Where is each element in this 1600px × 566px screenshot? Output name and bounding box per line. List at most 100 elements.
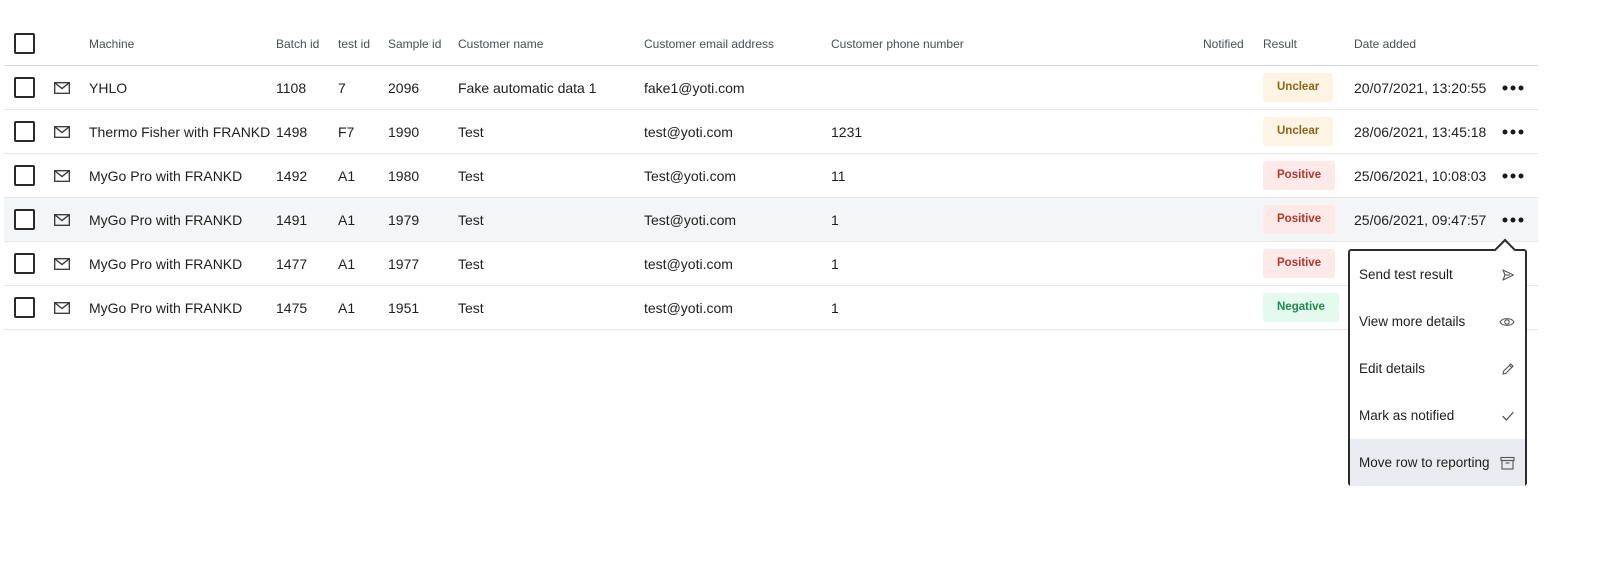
row-actions-menu: Send test result View more details Edit …	[1348, 249, 1527, 486]
results-table: Machine Batch id test id Sample id Custo…	[4, 22, 1538, 330]
cell-customer-name: Test	[458, 211, 484, 228]
cell-batch-id: 1475	[276, 299, 308, 316]
status-badge: Unclear	[1263, 73, 1334, 102]
col-header-test-id[interactable]: test id	[338, 22, 370, 65]
row-checkbox[interactable]	[14, 165, 35, 186]
pencil-icon	[1501, 362, 1515, 376]
row-checkbox[interactable]	[14, 253, 35, 274]
envelope-icon	[54, 286, 70, 329]
cell-customer-name: Test	[458, 123, 484, 140]
envelope-icon	[54, 242, 70, 285]
row-select-cell	[14, 286, 35, 329]
table-row[interactable]: MyGo Pro with FRANKD 1491 A1 1979 Test T…	[4, 198, 1538, 242]
row-checkbox[interactable]	[14, 77, 35, 98]
cell-test-id: A1	[338, 167, 356, 184]
row-checkbox[interactable]	[14, 121, 35, 142]
more-actions-icon[interactable]	[1502, 166, 1524, 186]
cell-sample-id: 1951	[388, 299, 420, 316]
cell-batch-id: 1108	[276, 79, 307, 96]
cell-machine: MyGo Pro with FRANKD	[89, 299, 243, 316]
row-select-cell	[14, 242, 35, 285]
cell-result: Unclear	[1263, 110, 1334, 153]
col-header-machine[interactable]: Machine	[89, 22, 134, 65]
cell-test-id: F7	[338, 123, 355, 140]
table-row[interactable]: MyGo Pro with FRANKD 1492 A1 1980 Test T…	[4, 154, 1538, 198]
select-all-checkbox[interactable]	[14, 33, 35, 54]
check-icon	[1501, 410, 1515, 422]
envelope-icon	[54, 110, 70, 153]
table-row[interactable]: MyGo Pro with FRANKD 1475 A1 1951 Test t…	[4, 286, 1538, 330]
archive-icon	[1500, 456, 1515, 470]
row-select-cell	[14, 198, 35, 241]
cell-batch-id: 1491	[276, 211, 308, 228]
col-header-customer-phone[interactable]: Customer phone number	[831, 22, 964, 65]
cell-machine: MyGo Pro with FRANKD	[89, 255, 243, 272]
menu-item-view-more-details[interactable]: View more details	[1350, 298, 1525, 345]
row-select-cell	[14, 154, 35, 197]
envelope-icon	[54, 66, 70, 109]
col-header-batch-id[interactable]: Batch id	[276, 22, 319, 65]
col-header-result[interactable]: Result	[1263, 22, 1297, 65]
cell-customer-phone: 1	[831, 211, 839, 228]
send-icon	[1501, 268, 1515, 282]
more-actions-icon[interactable]	[1502, 122, 1524, 142]
cell-customer-phone: 1	[831, 299, 839, 316]
cell-sample-id: 2096	[388, 79, 420, 96]
cell-machine: MyGo Pro with FRANKD	[89, 211, 243, 228]
cell-date-added: 20/07/2021, 13:20:55	[1354, 79, 1487, 96]
col-header-customer-name[interactable]: Customer name	[458, 22, 543, 65]
cell-sample-id: 1990	[388, 123, 420, 140]
status-badge: Positive	[1263, 161, 1336, 190]
row-checkbox[interactable]	[14, 297, 35, 318]
table-row[interactable]: MyGo Pro with FRANKD 1477 A1 1977 Test t…	[4, 242, 1538, 286]
table-header: Machine Batch id test id Sample id Custo…	[4, 22, 1538, 66]
cell-batch-id: 1477	[276, 255, 308, 272]
menu-item-move-row-to-reporting[interactable]: Move row to reporting	[1350, 439, 1525, 486]
cell-customer-email: Test@yoti.com	[644, 167, 737, 184]
cell-batch-id: 1498	[276, 123, 308, 140]
cell-test-id: A1	[338, 211, 356, 228]
table-row[interactable]: YHLO 1108 7 2096 Fake automatic data 1 f…	[4, 66, 1538, 110]
status-badge: Positive	[1263, 205, 1336, 234]
row-checkbox[interactable]	[14, 209, 35, 230]
status-badge: Unclear	[1263, 117, 1334, 146]
menu-item-send-test-result[interactable]: Send test result	[1350, 251, 1525, 298]
cell-test-id: 7	[338, 79, 346, 96]
envelope-icon	[54, 198, 70, 241]
cell-customer-name: Test	[458, 167, 484, 184]
eye-icon	[1499, 316, 1515, 328]
cell-date-added: 25/06/2021, 10:08:03	[1354, 167, 1487, 184]
cell-sample-id: 1979	[388, 211, 420, 228]
cell-customer-name: Test	[458, 255, 484, 272]
cell-result: Positive	[1263, 242, 1336, 285]
status-badge: Positive	[1263, 249, 1336, 278]
col-header-customer-email[interactable]: Customer email address	[644, 22, 774, 65]
cell-machine: YHLO	[89, 79, 128, 96]
cell-result: Negative	[1263, 286, 1339, 329]
cell-customer-email: test@yoti.com	[644, 255, 733, 272]
cell-customer-phone: 11	[831, 167, 846, 184]
cell-machine: Thermo Fisher with FRANKD	[89, 123, 271, 140]
col-header-notified[interactable]: Notified	[1203, 22, 1244, 65]
row-actions-cell	[1502, 66, 1524, 109]
menu-item-edit-details[interactable]: Edit details	[1350, 345, 1525, 392]
cell-machine: MyGo Pro with FRANKD	[89, 167, 243, 184]
cell-batch-id: 1492	[276, 167, 308, 184]
more-actions-icon[interactable]	[1502, 78, 1524, 98]
col-header-date-added[interactable]: Date added	[1354, 22, 1416, 65]
more-actions-icon[interactable]	[1502, 210, 1524, 230]
menu-item-mark-as-notified[interactable]: Mark as notified	[1350, 392, 1525, 439]
cell-result: Positive	[1263, 198, 1336, 241]
envelope-icon	[54, 154, 70, 197]
cell-result: Unclear	[1263, 66, 1334, 109]
col-header-sample-id[interactable]: Sample id	[388, 22, 441, 65]
cell-customer-email: Test@yoti.com	[644, 211, 737, 228]
status-badge: Negative	[1263, 293, 1339, 322]
row-select-cell	[14, 110, 35, 153]
cell-date-added: 25/06/2021, 09:47:57	[1354, 211, 1487, 228]
table-row[interactable]: Thermo Fisher with FRANKD 1498 F7 1990 T…	[4, 110, 1538, 154]
cell-customer-name: Test	[458, 299, 484, 316]
row-select-cell	[14, 66, 35, 109]
cell-customer-name: Fake automatic data 1	[458, 79, 597, 96]
select-all-cell	[14, 22, 35, 65]
